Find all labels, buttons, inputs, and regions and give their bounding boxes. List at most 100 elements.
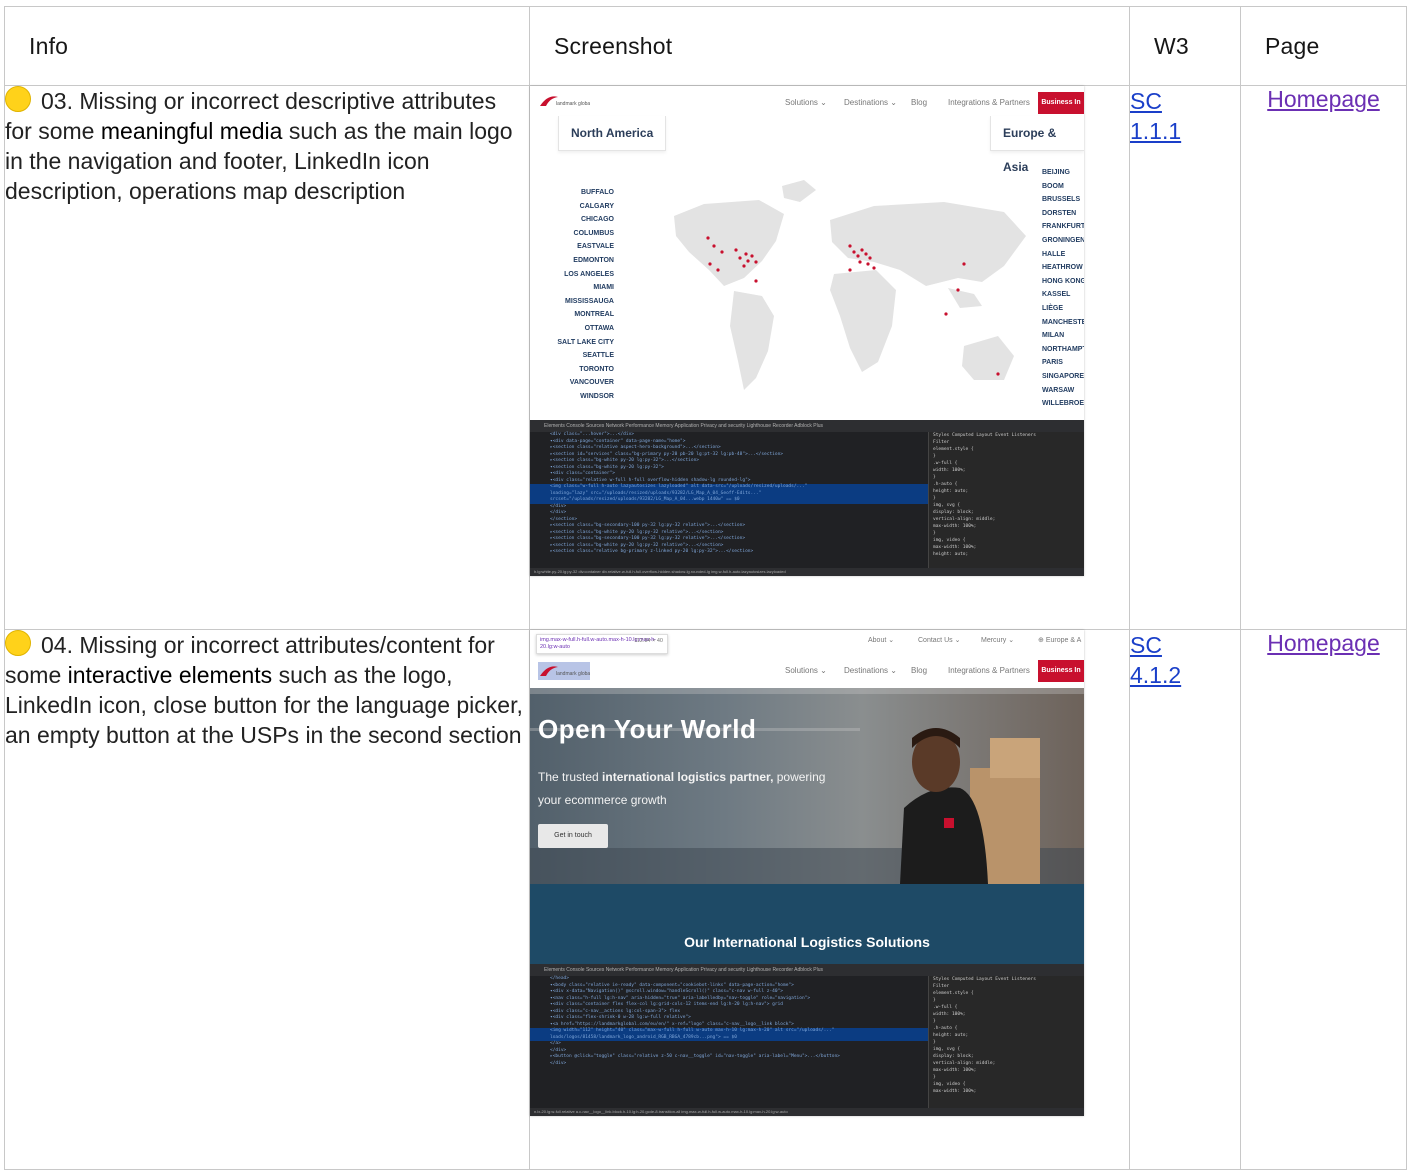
landmark-logo-icon: landmark global (538, 662, 590, 680)
devtools-breadcrumb: n.lx-20.lg:w-full.relative a.c-nav__logo… (530, 1108, 1084, 1116)
table-row: 03. Missing or incorrect descriptive att… (4, 85, 1407, 630)
info-cell: 03. Missing or incorrect descriptive att… (4, 85, 530, 630)
audit-table: Info Screenshot W3 Page 03. Missing or i… (4, 6, 1407, 1170)
hero-subtitle: The trusted international logistics part… (538, 770, 826, 807)
nav-link: Solutions ⌄ (785, 98, 827, 107)
landmark-logo-icon: landmark global (540, 96, 590, 107)
nav-link: Destinations ⌄ (844, 666, 897, 675)
svg-text:landmark global: landmark global (556, 101, 590, 107)
w3-sc-number: 1.1.1 (1130, 118, 1182, 144)
info-highlight: meaningful media (100, 118, 283, 144)
top-link: About ⌄ (868, 637, 895, 644)
page-cell: Homepage (1240, 85, 1407, 630)
language-picker: ⊕ Europe & A (1038, 636, 1081, 644)
city-label: FRANKFURT (1042, 223, 1084, 231)
city-label: NORTHAMPTON (1042, 345, 1084, 353)
city-label: BRUSSELS (1042, 196, 1081, 204)
city-label: MONTREAL (574, 311, 614, 319)
w3-sc-number: 4.1.2 (1130, 662, 1182, 688)
city-label: BUFFALO (580, 189, 614, 196)
city-label: HALLE (1042, 250, 1066, 258)
w3-sc-link[interactable]: SC 4.1.2 (1130, 632, 1181, 688)
city-label: WINDSOR (580, 392, 614, 400)
city-label: CALGARY (579, 202, 614, 210)
city-label: KASSEL (1042, 291, 1071, 299)
status-dot-icon (5, 630, 31, 656)
nav-link: Integrations & Partners (948, 98, 1030, 107)
header-page: Page (1240, 6, 1407, 86)
city-label: OTTAWA (584, 324, 614, 332)
nav-link: Solutions ⌄ (785, 666, 827, 675)
w3-sc-label: SC (1130, 88, 1162, 114)
world-map-icon (674, 180, 1026, 390)
city-list-left: BUFFALO CALGARY CHICAGO COLUMBUS EASTVAL… (550, 186, 614, 404)
city-label: VANCOUVER (569, 379, 614, 387)
city-list-right: BEIJING BOOM BRUSSELS DORSTEN FRANKFURT … (1042, 166, 1084, 411)
worker-photo-icon (900, 728, 1040, 884)
city-label: BOOM (1042, 182, 1064, 190)
city-label: TORONTO (579, 365, 614, 373)
city-label: LOS ANGELES (564, 270, 614, 278)
city-label: MANCHESTER (1042, 318, 1084, 326)
city-label: MILAN (1042, 332, 1065, 340)
header-row: Info Screenshot W3 Page (4, 6, 1407, 86)
city-label: DORSTEN (1042, 209, 1077, 217)
city-label: SINGAPORE (1042, 372, 1084, 380)
devtools-panel: Elements Console Sources Network Perform… (530, 420, 1084, 576)
nav-link: Blog (911, 98, 928, 107)
header-info: Info (4, 6, 530, 86)
region-europe-asia: Europe & Asia (990, 116, 1084, 174)
screenshot-cell: landmark global Solutions ⌄ Destinations… (529, 85, 1130, 630)
city-label: WARSAW (1042, 386, 1075, 394)
solutions-band: Our International Logistics Solutions (530, 884, 1084, 964)
tooltip-size: 112.84 × 40 (634, 638, 663, 644)
devtools-breadcrumb: h.lg:white.py-20.lg:py-32 div.container … (530, 568, 1084, 576)
hero-section: Open Your World The trusted internationa… (530, 688, 1084, 884)
hero-title: Open Your World (538, 714, 757, 744)
devtools-styles-pane: Styles Computed Layout Event Listeners F… (928, 432, 1084, 576)
solutions-title: Our International Logistics Solutions (684, 934, 930, 950)
nav-link: Blog (911, 666, 928, 675)
w3-cell: SC 4.1.2 (1129, 629, 1241, 1170)
w3-cell: SC 1.1.1 (1129, 85, 1241, 630)
page-cell: Homepage (1240, 629, 1407, 1170)
site-nav: landmark global Solutions ⌄ Destinations… (530, 86, 1084, 120)
page-link[interactable]: Homepage (1267, 630, 1380, 656)
screenshot-cell: img.max-w-full.h-full.w-auto.max-h-10.lg… (529, 629, 1130, 1170)
city-label: EDMONTON (573, 256, 614, 264)
header-w3: W3 (1129, 6, 1241, 86)
city-label: SEATTLE (582, 352, 614, 360)
devtools-panel: Elements Console Sources Network Perform… (530, 964, 1084, 1116)
city-label: SALT LAKE CITY (557, 338, 614, 346)
city-label: MIAMI (593, 284, 614, 292)
table-row: 04. Missing or incorrect attributes/cont… (4, 629, 1407, 1170)
devtools-tabs: Elements Console Sources Network Perform… (530, 420, 1084, 432)
screenshot-image: landmark global Solutions ⌄ Destinations… (530, 86, 1084, 576)
header-screenshot: Screenshot (529, 6, 1130, 86)
city-label: GRONINGEN (1042, 236, 1084, 244)
info-cell: 04. Missing or incorrect attributes/cont… (4, 629, 530, 1170)
top-link: Contact Us ⌄ (918, 637, 961, 644)
city-label: MISSISSAUGA (564, 297, 614, 305)
site-header: img.max-w-full.h-full.w-auto.max-h-10.lg… (530, 630, 1084, 688)
nav-link: Destinations ⌄ (844, 98, 897, 107)
city-label: PARIS (1042, 359, 1063, 367)
inspect-tooltip: img.max-w-full.h-full.w-auto.max-h-10.lg… (536, 634, 668, 654)
get-in-touch-button: Get in touch (538, 824, 608, 848)
info-highlight: interactive elements (67, 662, 273, 688)
devtools-tabs: Elements Console Sources Network Perform… (530, 964, 1084, 976)
screenshot-image: img.max-w-full.h-full.w-auto.max-h-10.lg… (530, 630, 1084, 1116)
city-label: BEIJING (1042, 169, 1071, 176)
nav-link: Integrations & Partners (948, 666, 1030, 675)
region-north-america: North America (558, 116, 667, 151)
city-label: EASTVALE (577, 243, 614, 251)
language-label: Europe & A (1045, 637, 1082, 644)
city-label: HONG KONG (1042, 277, 1084, 285)
svg-text:landmark global: landmark global (556, 671, 590, 677)
status-dot-icon (5, 86, 31, 112)
city-label: WILLEBROEK (1042, 400, 1084, 408)
page-link[interactable]: Homepage (1267, 86, 1380, 112)
city-label: HEATHROW (1042, 264, 1083, 272)
city-label: CHICAGO (580, 216, 614, 224)
w3-sc-link[interactable]: SC 1.1.1 (1130, 88, 1181, 144)
